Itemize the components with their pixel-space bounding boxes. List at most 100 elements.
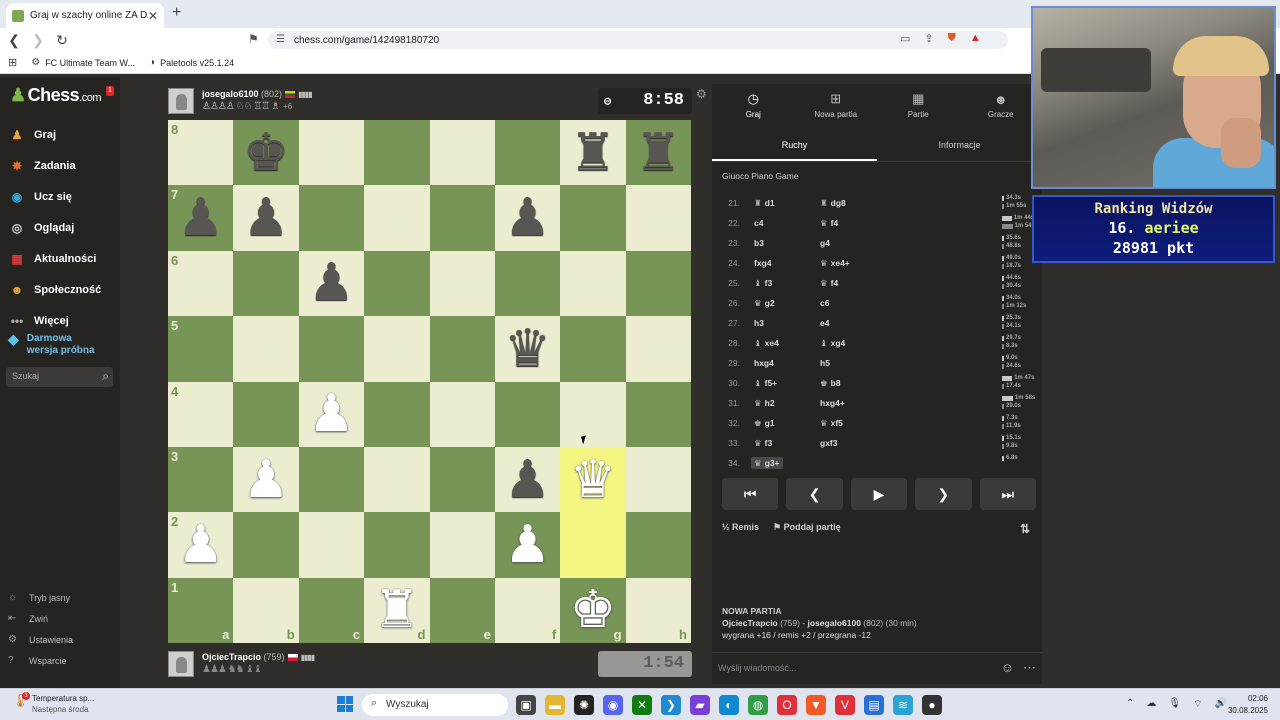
site-info-icon[interactable]: ☰ xyxy=(276,34,285,45)
black-move[interactable]: c6 xyxy=(820,298,829,308)
black-move[interactable]: hxg4+ xyxy=(820,398,845,408)
resign-button[interactable]: ⚑ Poddaj partię xyxy=(773,522,841,533)
square-f7[interactable]: ♟ xyxy=(494,185,561,251)
chess-logo[interactable]: ♟ Chess.com xyxy=(10,85,102,106)
search-icon[interactable]: ⌕ xyxy=(102,369,109,384)
brave-icon[interactable]: ▼ xyxy=(806,695,826,715)
square-b1[interactable]: b xyxy=(233,577,299,643)
brave-rewards-icon[interactable]: ▲ xyxy=(970,32,981,45)
square-e4[interactable] xyxy=(429,381,495,447)
bottom-player-avatar[interactable] xyxy=(168,651,194,677)
square-h4[interactable] xyxy=(625,381,691,447)
white-move[interactable]: ♛ g2 xyxy=(754,298,775,309)
white-move[interactable]: c4 xyxy=(754,218,763,228)
square-e6[interactable] xyxy=(429,250,495,317)
square-f2[interactable]: ♟ xyxy=(494,512,561,578)
square-a2[interactable]: 2 ♟ xyxy=(168,512,234,578)
square-f1[interactable]: f xyxy=(494,577,561,643)
weather-widget[interactable]: 🌡 3 Temperatura sp... Następna środa xyxy=(12,692,94,715)
square-c4[interactable]: ♟ xyxy=(298,381,365,447)
black-queen-icon[interactable]: ♛ xyxy=(504,323,551,375)
draw-button[interactable]: ½ Remis xyxy=(722,522,759,533)
square-d8[interactable] xyxy=(364,120,430,186)
sidebar-item-5[interactable]: ☻ Społeczność xyxy=(8,274,118,305)
black-move[interactable]: ♛ f4 xyxy=(820,278,838,289)
square-d2[interactable] xyxy=(364,512,430,578)
white-move[interactable]: ♛ h2 xyxy=(754,398,775,409)
white-move[interactable]: ♚ g1 xyxy=(754,418,775,429)
square-c2[interactable] xyxy=(298,512,365,578)
close-tab-icon[interactable]: ✕ xyxy=(148,9,158,23)
app-icon[interactable]: ▤ xyxy=(864,695,884,715)
square-g6[interactable] xyxy=(560,250,626,317)
square-d7[interactable] xyxy=(364,185,430,251)
file-explorer-icon[interactable]: ▬ xyxy=(545,695,565,715)
square-e1[interactable]: e xyxy=(429,577,495,643)
black-rook-icon[interactable]: ♜ xyxy=(635,127,682,179)
white-pawn-icon[interactable]: ♟ xyxy=(504,519,551,571)
white-move[interactable]: fxg4 xyxy=(754,258,771,268)
square-b8[interactable]: ♚ xyxy=(233,120,299,186)
white-move[interactable]: ♛ f3 xyxy=(754,438,772,449)
panel-tab-3[interactable]: ☻ Gracze xyxy=(960,84,1043,126)
more-options-icon[interactable]: ⋯ xyxy=(1023,660,1036,676)
clapper-icon[interactable]: ▰ xyxy=(690,695,710,715)
bookmark-paletools[interactable]: ◑ Paletools v25.1.24 xyxy=(149,57,234,68)
vivaldi-icon[interactable]: V xyxy=(835,695,855,715)
black-pawn-icon[interactable]: ♟ xyxy=(308,257,355,309)
square-f5[interactable]: ♛ xyxy=(494,316,561,382)
opera-icon[interactable]: O xyxy=(777,695,797,715)
xbox-icon[interactable]: ✕ xyxy=(632,695,652,715)
square-f8[interactable] xyxy=(494,120,561,186)
chatgpt-icon[interactable]: ✺ xyxy=(574,695,594,715)
square-d4[interactable] xyxy=(364,381,430,447)
square-g7[interactable] xyxy=(560,185,626,251)
white-pawn-icon[interactable]: ♟ xyxy=(177,519,224,571)
chat-input[interactable]: Wyślij wiadomość... ☺ ⋯ xyxy=(712,652,1042,682)
bookmark-icon[interactable]: ⚑ xyxy=(248,32,259,46)
task-view-icon[interactable]: ▣ xyxy=(516,695,536,715)
square-d6[interactable] xyxy=(364,250,430,317)
square-d1[interactable]: d ♜ xyxy=(364,577,430,643)
black-move[interactable]: ♛ xe4+ xyxy=(820,258,850,269)
square-e8[interactable] xyxy=(429,120,495,186)
panel-tab-1[interactable]: ⊞ Nowa partia xyxy=(795,84,878,126)
white-pawn-icon[interactable]: ♟ xyxy=(243,454,290,506)
cloud-icon[interactable]: ☁ xyxy=(1146,698,1156,711)
square-e2[interactable] xyxy=(429,512,495,578)
sidebar-item-6[interactable]: ••• Więcej xyxy=(8,305,118,336)
first-move-button[interactable]: ⏮ xyxy=(722,478,779,510)
new-tab-icon[interactable]: + xyxy=(172,4,181,22)
square-h7[interactable] xyxy=(625,185,691,251)
black-pawn-icon[interactable]: ♟ xyxy=(243,192,290,244)
white-king-icon[interactable]: ♚ xyxy=(570,584,617,636)
top-player-name[interactable]: josegalo6100 xyxy=(202,89,259,99)
square-d3[interactable] xyxy=(364,446,430,513)
square-h1[interactable]: h xyxy=(625,577,691,643)
black-move[interactable]: e4 xyxy=(820,318,829,328)
url-field[interactable]: ☰ chess.com/game/142498180720 xyxy=(268,31,1008,49)
white-pawn-icon[interactable]: ♟ xyxy=(308,388,355,440)
chrome-icon[interactable]: ◍ xyxy=(748,695,768,715)
black-move[interactable]: ♛ xf5 xyxy=(820,418,843,429)
panel-tab-0[interactable]: ◷ Graj xyxy=(712,84,795,126)
black-move[interactable]: gxf3 xyxy=(820,438,837,448)
white-rook-icon[interactable]: ♜ xyxy=(374,584,421,636)
black-rook-icon[interactable]: ♜ xyxy=(570,127,617,179)
tab-info[interactable]: Informacje xyxy=(877,132,1042,161)
chess-app-icon[interactable]: ● xyxy=(922,695,942,715)
white-move[interactable]: b3 xyxy=(754,238,764,248)
square-a7[interactable]: 7 ♟ xyxy=(168,185,234,251)
discord-icon[interactable]: ◉ xyxy=(603,695,623,715)
share-icon[interactable]: ⇪ xyxy=(924,32,933,45)
square-c7[interactable] xyxy=(298,185,365,251)
square-b5[interactable] xyxy=(233,316,299,382)
white-move[interactable]: hxg4 xyxy=(754,358,774,368)
free-trial-link[interactable]: ◆ Darmowa wersja próbna xyxy=(8,332,95,357)
sidebar-item-4[interactable]: ▦ Aktualności xyxy=(8,243,118,274)
black-king-icon[interactable]: ♚ xyxy=(243,127,290,179)
bookmark-fut[interactable]: ⚙ FC Ultimate Team W... xyxy=(31,57,135,68)
square-d5[interactable] xyxy=(364,316,430,382)
square-h5[interactable] xyxy=(625,316,691,382)
sidebar-item-2[interactable]: ◉ Ucz się xyxy=(8,181,118,212)
